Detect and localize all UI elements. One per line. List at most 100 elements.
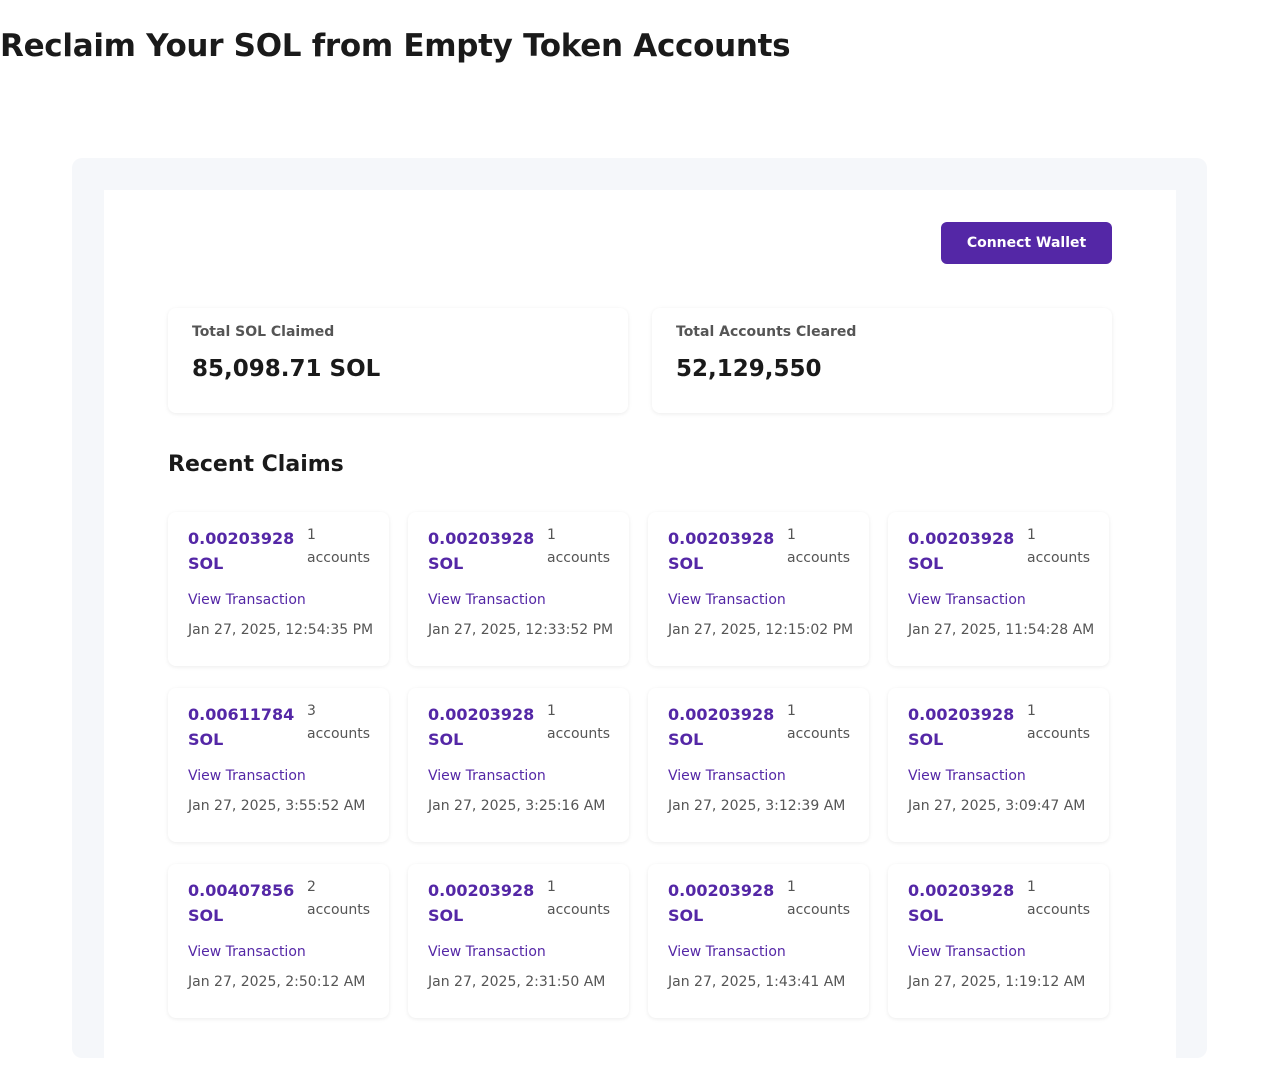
claim-accounts: 1 accounts: [1027, 700, 1107, 746]
claim-account-label: accounts: [547, 902, 611, 918]
claim-card: 0.00203928 SOL 1 accounts View Transaction Ja…: [408, 512, 629, 666]
claim-accounts: 1 accounts: [1027, 524, 1107, 570]
view-transaction-link[interactable]: View Transaction: [908, 768, 1026, 784]
claim-accounts: 1 accounts: [547, 700, 627, 746]
claim-amount: 0.00203928 SOL: [908, 526, 1014, 576]
claim-card: 0.00203928 SOL 1 accounts View Transaction Ja…: [408, 688, 629, 842]
content-card: Connect Wallet Total SOL Claimed 85,098.…: [104, 190, 1176, 1070]
claim-amount: 0.00203928 SOL: [908, 878, 1014, 928]
claim-amount-unit: SOL: [668, 554, 704, 573]
page-title: Reclaim Your SOL from Empty Token Accoun…: [0, 28, 791, 64]
view-transaction-link[interactable]: View Transaction: [908, 592, 1026, 608]
claim-account-count: 1: [1027, 703, 1036, 719]
claim-account-label: accounts: [547, 550, 611, 566]
claim-amount-unit: SOL: [428, 906, 464, 925]
claim-account-label: accounts: [307, 726, 371, 742]
claim-card: 0.00611784 SOL 3 accounts View Transaction Ja…: [168, 688, 389, 842]
claim-accounts: 1 accounts: [547, 524, 627, 570]
claim-date: Jan 27, 2025, 3:12:39 AM: [668, 798, 846, 814]
view-transaction-link[interactable]: View Transaction: [188, 768, 306, 784]
claim-account-label: accounts: [1027, 550, 1091, 566]
claim-amount-value: 0.00203928: [908, 529, 1015, 548]
claim-account-label: accounts: [307, 902, 371, 918]
claim-card: 0.00203928 SOL 1 accounts View Transaction Ja…: [648, 864, 869, 1018]
claim-amount: 0.00203928 SOL: [428, 702, 534, 752]
claim-date: Jan 27, 2025, 3:55:52 AM: [188, 798, 366, 814]
view-transaction-link[interactable]: View Transaction: [188, 592, 306, 608]
claim-account-count: 1: [547, 879, 556, 895]
claim-amount: 0.00203928 SOL: [428, 526, 534, 576]
stat-label: Total SOL Claimed: [192, 324, 335, 340]
claim-accounts: 2 accounts: [307, 876, 387, 922]
claim-account-label: accounts: [1027, 726, 1091, 742]
claim-card: 0.00407856 SOL 2 accounts View Transaction Ja…: [168, 864, 389, 1018]
claim-amount-value: 0.00611784: [188, 705, 295, 724]
connect-wallet-button[interactable]: Connect Wallet: [941, 222, 1112, 264]
claim-amount-value: 0.00203928: [428, 529, 535, 548]
claim-amount: 0.00203928 SOL: [668, 526, 774, 576]
main-panel: Connect Wallet Total SOL Claimed 85,098.…: [72, 158, 1207, 1070]
claim-account-count: 1: [787, 879, 796, 895]
claim-account-count: 1: [787, 527, 796, 543]
claim-date: Jan 27, 2025, 3:09:47 AM: [908, 798, 1086, 814]
claim-amount-value: 0.00203928: [188, 529, 295, 548]
claim-amount-unit: SOL: [428, 730, 464, 749]
claim-amount-unit: SOL: [428, 554, 464, 573]
claim-accounts: 1 accounts: [787, 876, 867, 922]
claim-account-label: accounts: [1027, 902, 1091, 918]
claim-amount: 0.00611784 SOL: [188, 702, 294, 752]
claim-card: 0.00203928 SOL 1 accounts View Transaction Ja…: [888, 688, 1109, 842]
claim-amount-unit: SOL: [188, 554, 224, 573]
claim-date: Jan 27, 2025, 2:50:12 AM: [188, 974, 366, 990]
claim-amount-unit: SOL: [668, 906, 704, 925]
stat-value: 52,129,550: [676, 356, 822, 382]
stat-label: Total Accounts Cleared: [676, 324, 857, 340]
view-transaction-link[interactable]: View Transaction: [908, 944, 1026, 960]
claim-account-label: accounts: [787, 550, 851, 566]
recent-claims-grid: 0.00203928 SOL 1 accounts View Transaction Ja…: [168, 512, 1112, 1018]
claim-amount-value: 0.00407856: [188, 881, 295, 900]
claim-account-count: 1: [1027, 879, 1036, 895]
claim-date: Jan 27, 2025, 1:43:41 AM: [668, 974, 846, 990]
claim-amount-value: 0.00203928: [428, 881, 535, 900]
view-transaction-link[interactable]: View Transaction: [428, 592, 546, 608]
claim-amount: 0.00203928 SOL: [428, 878, 534, 928]
claim-amount-value: 0.00203928: [668, 881, 775, 900]
claim-amount-unit: SOL: [908, 906, 944, 925]
claim-date: Jan 27, 2025, 11:54:28 AM: [908, 622, 1095, 638]
claim-card: 0.00203928 SOL 1 accounts View Transaction Ja…: [888, 864, 1109, 1018]
claim-amount-value: 0.00203928: [668, 705, 775, 724]
claim-account-count: 1: [547, 703, 556, 719]
claim-amount-value: 0.00203928: [908, 881, 1015, 900]
claim-amount-value: 0.00203928: [908, 705, 1015, 724]
claim-amount: 0.00203928 SOL: [668, 702, 774, 752]
claim-date: Jan 27, 2025, 3:25:16 AM: [428, 798, 606, 814]
view-transaction-link[interactable]: View Transaction: [428, 944, 546, 960]
view-transaction-link[interactable]: View Transaction: [668, 768, 786, 784]
claim-account-count: 1: [307, 527, 316, 543]
claim-amount-unit: SOL: [908, 730, 944, 749]
view-transaction-link[interactable]: View Transaction: [668, 592, 786, 608]
claim-account-count: 2: [307, 879, 316, 895]
claim-date: Jan 27, 2025, 12:15:02 PM: [668, 622, 854, 638]
claim-account-label: accounts: [787, 726, 851, 742]
claim-accounts: 1 accounts: [547, 876, 627, 922]
view-transaction-link[interactable]: View Transaction: [668, 944, 786, 960]
stat-value: 85,098.71 SOL: [192, 356, 381, 382]
claim-card: 0.00203928 SOL 1 accounts View Transaction Ja…: [168, 512, 389, 666]
claim-accounts: 1 accounts: [1027, 876, 1107, 922]
claim-card: 0.00203928 SOL 1 accounts View Transaction Ja…: [888, 512, 1109, 666]
claim-account-label: accounts: [787, 902, 851, 918]
view-transaction-link[interactable]: View Transaction: [428, 768, 546, 784]
view-transaction-link[interactable]: View Transaction: [188, 944, 306, 960]
claim-account-count: 1: [787, 703, 796, 719]
claim-amount-unit: SOL: [188, 730, 224, 749]
claim-account-label: accounts: [547, 726, 611, 742]
claim-amount-unit: SOL: [908, 554, 944, 573]
claim-amount: 0.00203928 SOL: [908, 702, 1014, 752]
claim-amount-unit: SOL: [668, 730, 704, 749]
stat-card-total-accounts: Total Accounts Cleared 52,129,550: [652, 308, 1112, 413]
claim-accounts: 1 accounts: [787, 524, 867, 570]
claim-accounts: 1 accounts: [787, 700, 867, 746]
claim-date: Jan 27, 2025, 12:33:52 PM: [428, 622, 614, 638]
